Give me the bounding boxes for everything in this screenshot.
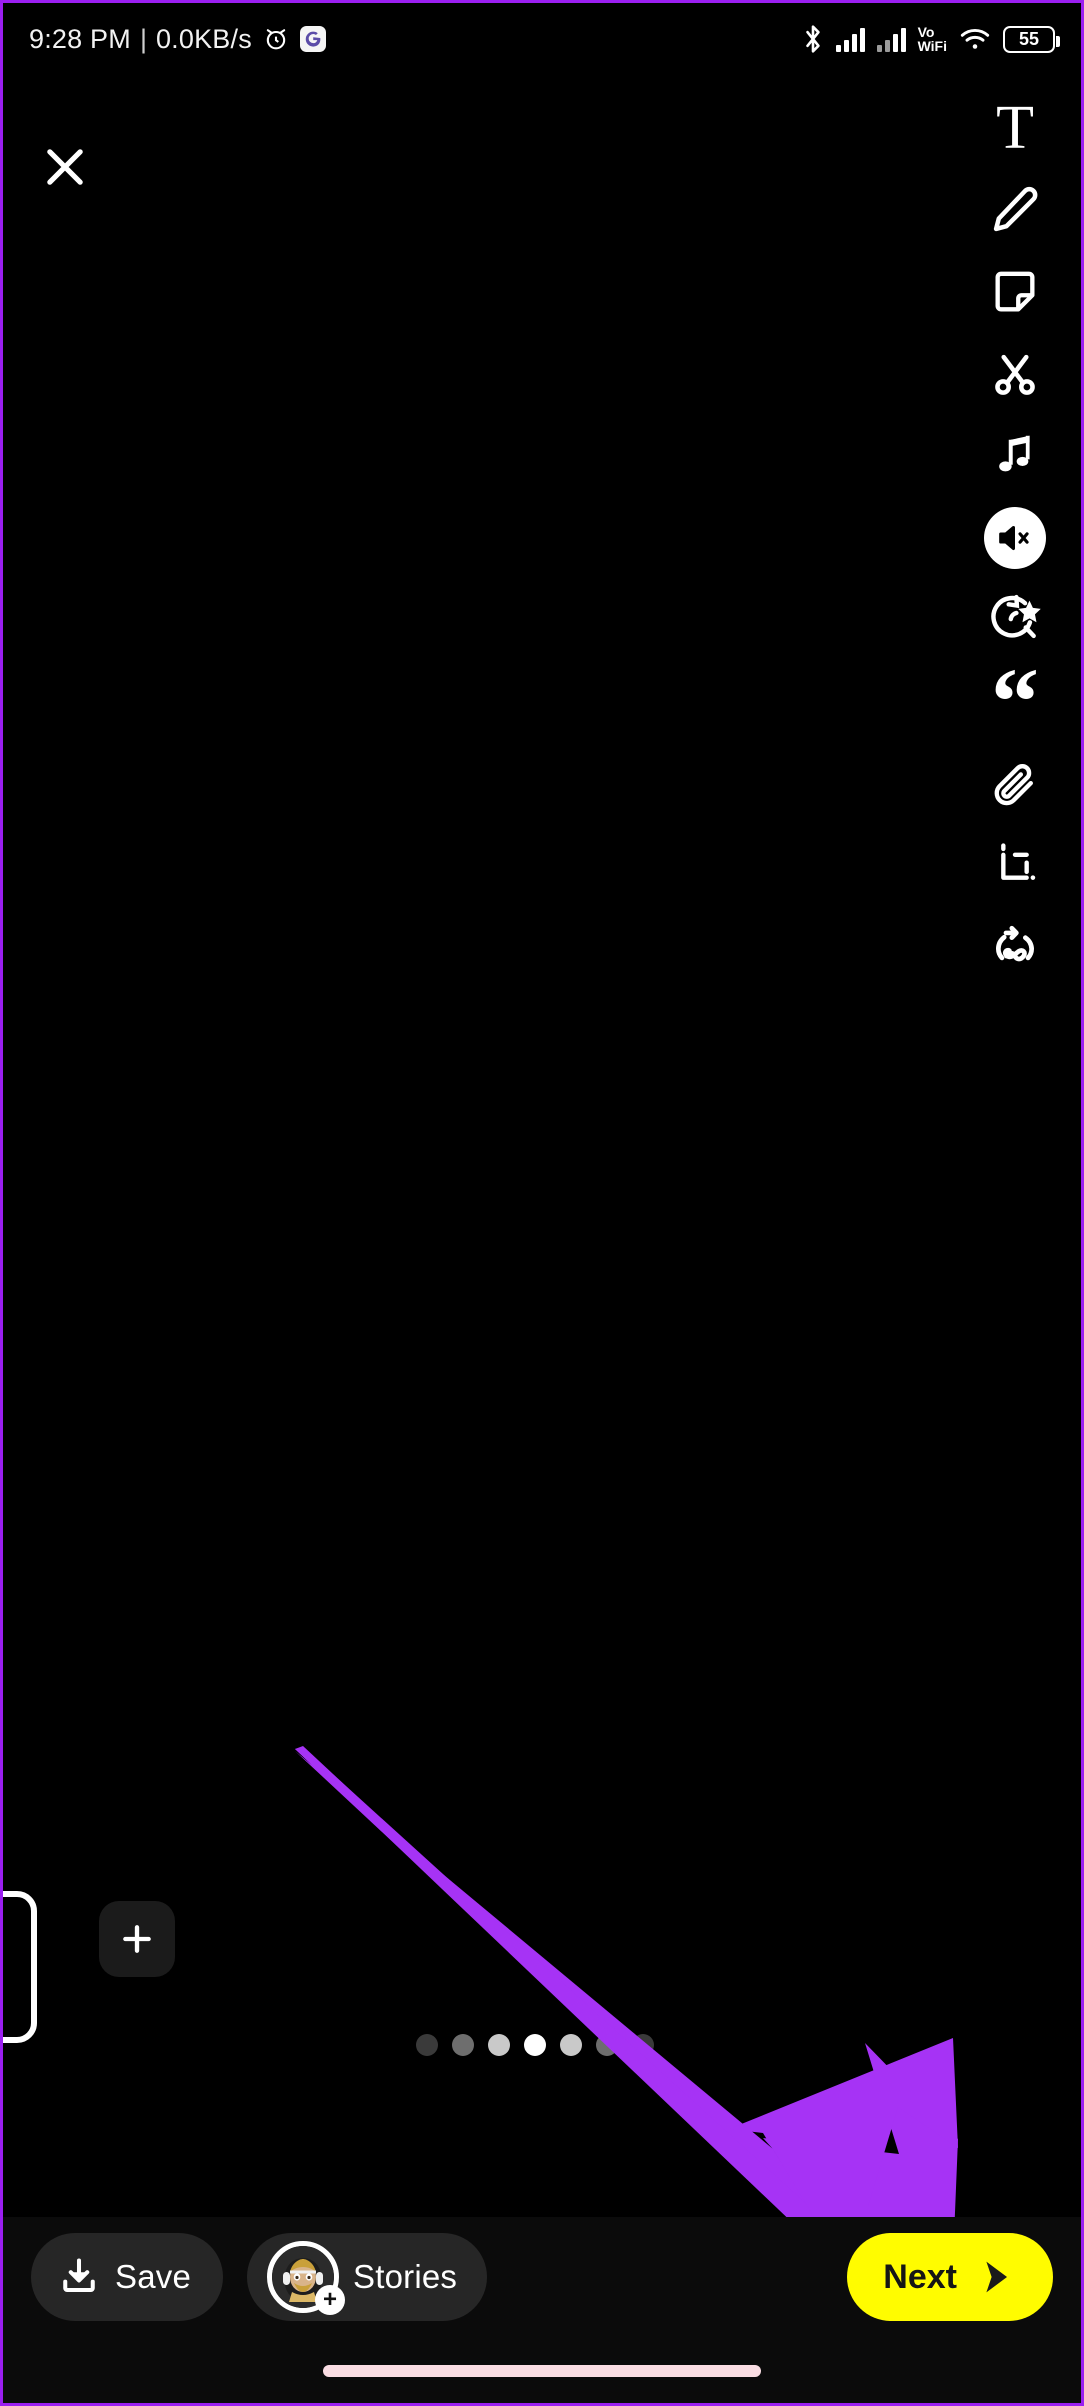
loop-tool-button[interactable] <box>957 907 1073 989</box>
scissors-tool-button[interactable] <box>957 333 1073 415</box>
save-button[interactable]: Save <box>31 2233 224 2321</box>
text-T-icon: T <box>996 94 1034 162</box>
page-dot-active[interactable] <box>524 2034 546 2056</box>
crop-icon <box>1001 843 1036 880</box>
status-bar-right: Vo WiFi 55 <box>802 24 1060 54</box>
page-dot[interactable] <box>632 2034 654 2056</box>
page-dot[interactable] <box>452 2034 474 2056</box>
status-separator: | <box>139 23 147 54</box>
battery-indicator: 55 <box>1003 25 1060 53</box>
bluetooth-icon <box>802 24 824 54</box>
quote-marks-icon: “ <box>991 648 1039 755</box>
crop-tool-button[interactable] <box>957 825 1073 907</box>
stories-label: Stories <box>353 2258 458 2295</box>
mute-tool-button[interactable] <box>957 497 1073 579</box>
save-label: Save <box>115 2258 192 2295</box>
home-indicator-bar <box>323 2365 761 2377</box>
download-icon <box>63 2258 95 2293</box>
editor-toolbar: T “ <box>949 87 1081 989</box>
status-time: 9:28 PM <box>29 23 131 54</box>
pencil-icon <box>993 186 1038 232</box>
send-arrow-icon <box>986 2261 1008 2293</box>
status-bar: 9:28 PM | 0.0KB/s Vo WiFi 55 <box>3 3 1081 75</box>
page-dot[interactable] <box>560 2034 582 2056</box>
timer-star-icon <box>991 594 1041 639</box>
bitmoji-avatar: + <box>267 2241 346 2315</box>
music-note-icon <box>999 435 1030 472</box>
google-g-icon <box>299 26 326 52</box>
add-story-badge: + <box>315 2285 346 2315</box>
battery-percent: 55 <box>1018 29 1040 49</box>
text-tool-button[interactable]: T <box>957 87 1073 169</box>
attach-tool-button[interactable] <box>957 743 1073 825</box>
page-dot[interactable] <box>416 2034 438 2056</box>
wifi-icon <box>959 26 991 52</box>
paperclip-icon <box>994 764 1033 806</box>
page-dot[interactable] <box>488 2034 510 2056</box>
snap-thumbnail[interactable] <box>3 1891 37 2043</box>
close-icon <box>47 149 83 185</box>
page-dot[interactable] <box>596 2034 618 2056</box>
alarm-clock-icon <box>262 25 290 53</box>
network-speed: 0.0KB/s <box>155 23 252 54</box>
speaker-mute-icon <box>984 507 1046 569</box>
music-tool-button[interactable] <box>957 415 1073 497</box>
phone-screen: 9:28 PM | 0.0KB/s Vo WiFi 55 T “ Save + … <box>0 0 1084 2406</box>
stories-button[interactable]: + Stories <box>247 2233 488 2321</box>
volte-line-2: WiFi <box>917 38 947 54</box>
volte-line-1: Vo <box>917 24 935 40</box>
signal-bars-icon <box>835 26 865 52</box>
loop-icon <box>995 925 1035 962</box>
sticker-icon <box>995 271 1035 312</box>
next-label: Next <box>883 2257 957 2296</box>
plus-icon <box>123 1925 151 1953</box>
signal-bars-icon-2 <box>876 26 906 52</box>
volte-wifi-indicator: Vo WiFi <box>918 25 947 53</box>
page-indicator <box>416 2034 654 2056</box>
status-bar-left: 9:28 PM | 0.0KB/s <box>29 24 326 55</box>
sticker-tool-button[interactable] <box>957 251 1073 333</box>
add-snap-button[interactable] <box>99 1901 175 1977</box>
caption-tool-button[interactable]: “ <box>957 648 1073 755</box>
close-button[interactable] <box>31 133 99 201</box>
draw-tool-button[interactable] <box>957 169 1073 251</box>
next-button[interactable]: Next <box>847 2233 1053 2321</box>
scissors-icon <box>995 354 1035 395</box>
